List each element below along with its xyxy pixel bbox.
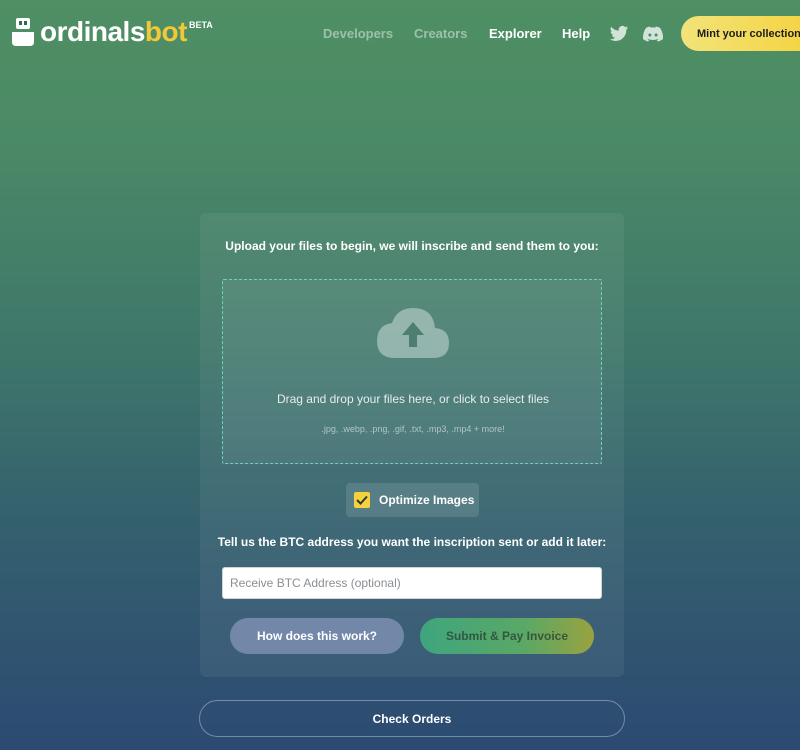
submit-pay-invoice-button[interactable]: Submit & Pay Invoice [420, 618, 594, 654]
dropzone-instructions: Drag and drop your files here, or click … [276, 392, 550, 406]
cloud-upload-icon [373, 302, 453, 362]
optimize-images-label: Optimize Images [379, 493, 475, 507]
how-it-works-button[interactable]: How does this work? [230, 618, 404, 654]
top-navbar: ordinalsbot BETA Developers Creators Exp… [0, 0, 800, 68]
dropzone-file-types: .jpg, .webp, .png, .gif, .txt, .mp3, .mp… [321, 424, 505, 434]
mint-collection-button[interactable]: Mint your collection [681, 16, 800, 51]
nav-developers[interactable]: Developers [323, 26, 393, 41]
upload-card: Upload your files to begin, we will insc… [200, 213, 624, 677]
upload-title: Upload your files to begin, we will insc… [225, 239, 599, 253]
beta-badge: BETA [188, 20, 213, 30]
robot-logo-icon [12, 18, 34, 46]
btc-address-title: Tell us the BTC address you want the ins… [217, 535, 607, 549]
discord-icon[interactable] [643, 25, 664, 43]
optimize-images-checkbox[interactable] [354, 492, 370, 508]
checkmark-icon [356, 495, 368, 505]
brand-name: ordinalsbot [40, 16, 187, 47]
nav-creators[interactable]: Creators [414, 26, 467, 41]
optimize-images-toggle[interactable]: Optimize Images [346, 483, 479, 517]
brand-logo[interactable]: ordinalsbot BETA [12, 16, 213, 48]
nav-help[interactable]: Help [562, 26, 590, 41]
twitter-icon[interactable] [609, 25, 629, 43]
nav-explorer[interactable]: Explorer [489, 26, 542, 41]
btc-address-input[interactable] [222, 567, 602, 599]
check-orders-button[interactable]: Check Orders [199, 700, 625, 737]
file-dropzone[interactable]: Drag and drop your files here, or click … [222, 279, 602, 464]
